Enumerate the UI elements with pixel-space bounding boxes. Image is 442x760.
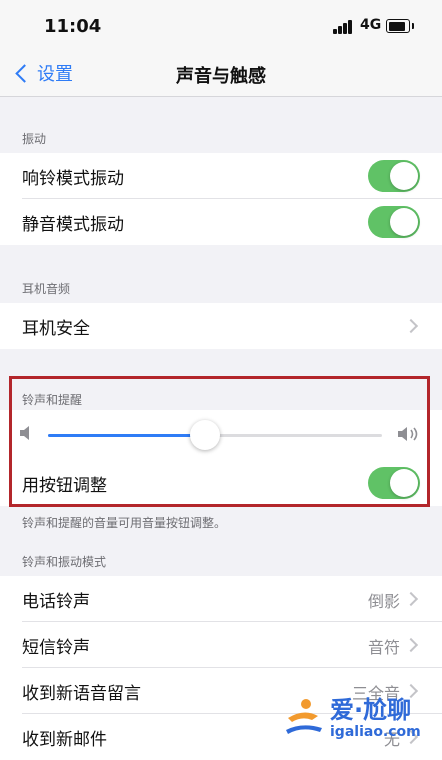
change-with-buttons-toggle[interactable]	[368, 467, 420, 499]
section-header-vibration: 振动	[22, 132, 47, 146]
ringer-footnote: 铃声和提醒的音量可用音量按钮调整。	[22, 516, 227, 530]
row-silent-vibrate: 静音模式振动	[0, 199, 442, 245]
battery-icon	[386, 19, 414, 33]
row-label: 电话铃声	[22, 592, 90, 612]
section-header-patterns: 铃声和振动模式	[22, 555, 107, 569]
speaker-high-icon	[398, 427, 418, 441]
status-bar: 11:04 4G	[0, 0, 442, 52]
silent-vibrate-toggle[interactable]	[368, 206, 420, 238]
row-label: 短信铃声	[22, 638, 90, 658]
signal-icon	[333, 20, 355, 34]
network-type: 4G	[360, 17, 382, 33]
section-header-ringer: 铃声和提醒	[22, 393, 83, 407]
row-change-with-buttons: 用按钮调整	[0, 460, 442, 506]
page-title: 声音与触感	[176, 66, 266, 87]
watermark-title: 爱·尬聊	[330, 696, 412, 724]
row-label: 耳机安全	[22, 319, 90, 339]
volume-slider-thumb[interactable]	[189, 420, 220, 450]
speaker-low-icon	[20, 426, 29, 440]
row-value: 音符	[367, 638, 400, 657]
watermark-logo-icon	[286, 699, 322, 734]
row-label: 响铃模式振动	[22, 169, 124, 189]
status-time: 11:04	[44, 16, 102, 37]
row-ring-vibrate: 响铃模式振动	[0, 153, 442, 199]
row-headphone-safety[interactable]: 耳机安全	[0, 303, 442, 349]
chevron-right-icon	[403, 318, 419, 334]
row-label: 用按钮调整	[22, 476, 107, 496]
row-label: 静音模式振动	[22, 215, 124, 235]
chevron-right-icon	[403, 637, 419, 653]
row-label: 收到新语音留言	[22, 684, 141, 704]
watermark: 爱·尬聊 igaliao.com	[282, 690, 432, 750]
row-text-tone[interactable]: 短信铃声 音符	[0, 622, 442, 668]
section-header-headphone: 耳机音频	[22, 282, 71, 296]
watermark-url: igaliao.com	[330, 724, 421, 740]
row-ringtone[interactable]: 电话铃声 倒影	[0, 576, 442, 622]
chevron-right-icon	[403, 591, 419, 607]
row-label: 收到新邮件	[22, 730, 107, 750]
volume-slider-fill	[48, 434, 205, 437]
ring-vibrate-toggle[interactable]	[368, 160, 420, 192]
nav-bar: 设置 声音与触感	[0, 52, 442, 97]
ringer-volume-row	[0, 410, 442, 460]
row-value: 倒影	[367, 592, 400, 611]
